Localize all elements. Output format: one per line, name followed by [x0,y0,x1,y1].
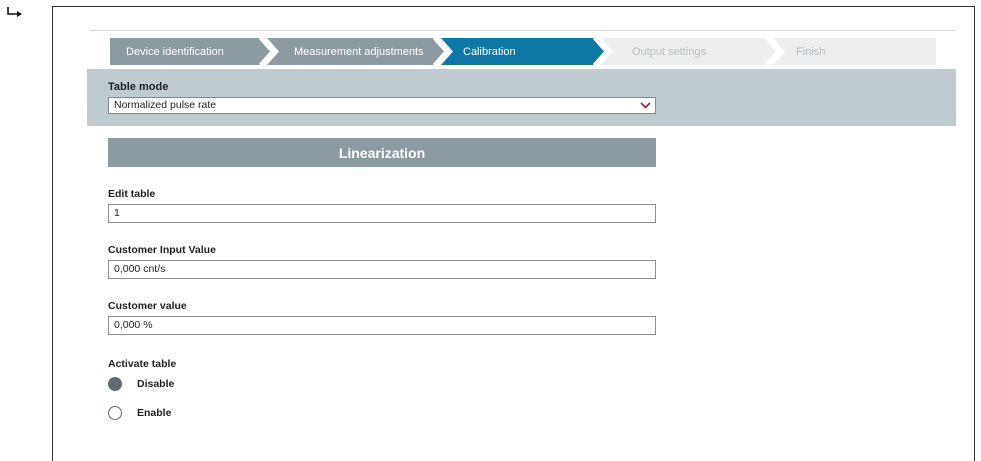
step-label: Output settings [632,45,706,58]
radio-enable[interactable]: Enable [108,406,171,420]
activate-table-label: Activate table [108,358,177,370]
table-mode-section: Table mode Normalized pulse rate [87,69,956,126]
customer-input-label: Customer Input Value [108,244,216,256]
enter-arrow-icon [7,7,22,17]
step-label: Measurement adjustments [294,45,424,58]
radio-disable[interactable]: Disable [108,377,174,391]
table-mode-value: Normalized pulse rate [114,99,217,111]
step-calibration[interactable]: Calibration [463,38,516,65]
wizard-steps: Device identification Measurement adjust… [110,38,936,65]
edit-table-label: Edit table [108,188,156,200]
radio-enable-label: Enable [137,407,172,419]
table-mode-label: Table mode [108,81,169,93]
step-finish[interactable]: Finish [796,38,825,65]
radio-disable-label: Disable [137,378,175,390]
radio-unselected-icon [108,406,122,420]
customer-value-field[interactable]: 0,000 % [108,316,656,335]
edit-table-input[interactable]: 1 [108,204,656,223]
linearization-header: Linearization [108,138,656,167]
customer-input-field[interactable]: 0,000 cnt/s [108,260,656,279]
step-label: Calibration [463,45,516,58]
radio-selected-icon [108,377,122,391]
step-label: Finish [796,45,826,58]
customer-value-label: Customer value [108,300,187,312]
table-mode-select[interactable]: Normalized pulse rate [108,97,656,114]
step-measurement-adjustments[interactable]: Measurement adjustments [294,38,424,65]
step-output-settings[interactable]: Output settings [632,38,706,65]
step-label: Device identification [126,45,224,58]
chevron-down-icon [640,102,651,109]
divider [90,30,956,31]
step-device-identification[interactable]: Device identification [126,38,224,65]
